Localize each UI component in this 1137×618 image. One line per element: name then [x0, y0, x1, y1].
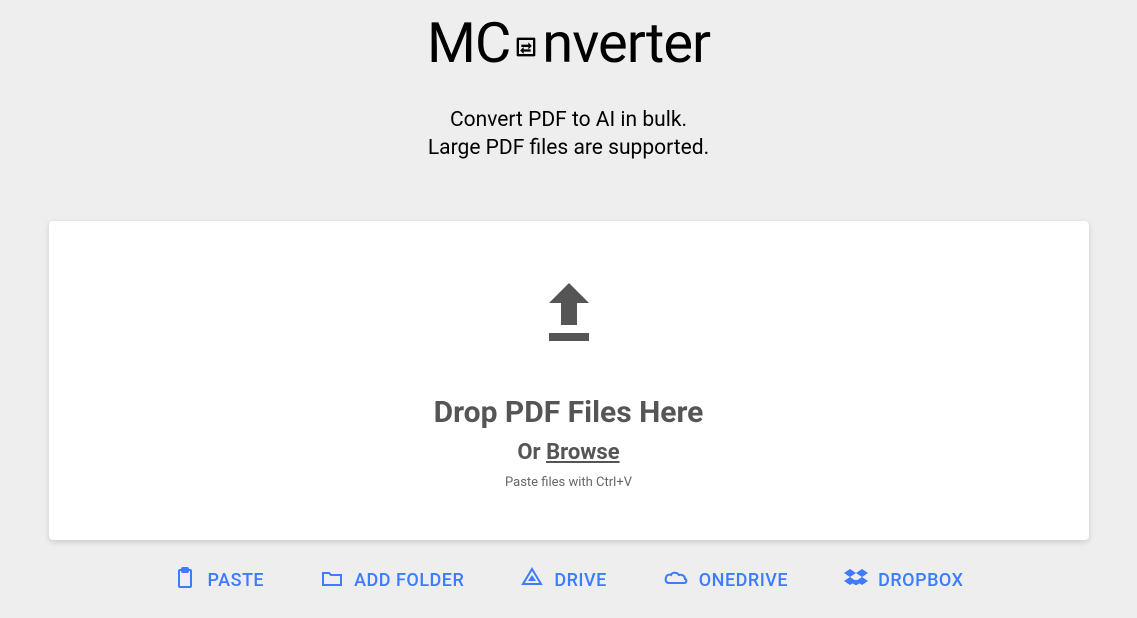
add-folder-label: ADD FOLDER — [354, 570, 464, 591]
drive-label: DRIVE — [554, 570, 606, 591]
logo: MC nverter — [427, 10, 710, 76]
drop-title: Drop PDF Files Here — [434, 395, 704, 430]
onedrive-label: ONEDRIVE — [699, 570, 788, 591]
clipboard-icon — [173, 566, 197, 595]
onedrive-icon — [663, 566, 689, 595]
dropzone[interactable]: Drop PDF Files Here Or Browse Paste file… — [49, 221, 1089, 540]
dropbox-label: DROPBOX — [878, 570, 963, 591]
or-text: Or — [517, 440, 546, 465]
swap-icon — [512, 33, 540, 61]
tagline-line2: Large PDF files are supported. — [428, 134, 709, 162]
add-folder-button[interactable]: ADD FOLDER — [320, 566, 464, 595]
drive-button[interactable]: DRIVE — [520, 566, 606, 595]
browse-link[interactable]: Browse — [546, 440, 620, 465]
paste-label: PASTE — [207, 570, 264, 591]
dropbox-icon — [844, 566, 868, 595]
logo-text-post: nverter — [542, 10, 710, 76]
drive-icon — [520, 566, 544, 595]
folder-icon — [320, 566, 344, 595]
drop-subtitle: Or Browse — [517, 440, 619, 465]
tagline: Convert PDF to AI in bulk. Large PDF fil… — [428, 106, 709, 163]
logo-text-pre: MC — [427, 10, 510, 76]
paste-hint: Paste files with Ctrl+V — [505, 475, 632, 490]
upload-icon — [539, 281, 599, 347]
dropbox-button[interactable]: DROPBOX — [844, 566, 963, 595]
actions-bar: PASTE ADD FOLDER DRIVE — [173, 566, 963, 595]
tagline-line1: Convert PDF to AI in bulk. — [428, 106, 709, 134]
paste-button[interactable]: PASTE — [173, 566, 264, 595]
onedrive-button[interactable]: ONEDRIVE — [663, 566, 788, 595]
